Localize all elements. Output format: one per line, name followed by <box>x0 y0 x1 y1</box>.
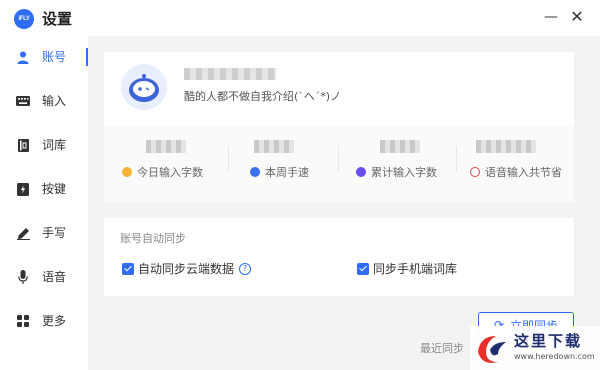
microphone-icon <box>16 270 30 284</box>
sidebar: 账号 输入 词库 按键 手写 语音 更多 <box>0 36 88 370</box>
sidebar-item-label: 按键 <box>42 182 67 196</box>
profile-bio: 酷的人都不做自我介绍(`へ´*)ノ <box>184 90 342 103</box>
sidebar-item-lexicon[interactable]: 词库 <box>0 130 88 160</box>
sidebar-item-handwriting[interactable]: 手写 <box>0 218 88 248</box>
sidebar-item-label: 更多 <box>42 314 67 328</box>
sync-phone-lexicon-checkbox[interactable]: 同步手机端词库 <box>357 260 457 277</box>
chart-icon <box>356 167 366 177</box>
title-bar: iFLY 设置 — ✕ <box>0 0 600 36</box>
divider <box>338 146 339 172</box>
sync-cloud-data-checkbox[interactable]: 自动同步云端数据 ? <box>122 260 252 277</box>
stat-label: 本周手速 <box>265 166 309 179</box>
sidebar-item-input[interactable]: 输入 <box>0 86 88 116</box>
help-icon[interactable]: ? <box>239 262 252 275</box>
divider <box>228 146 229 172</box>
user-icon <box>16 50 30 64</box>
keyboard-icon <box>16 94 30 108</box>
minimize-button[interactable]: — <box>540 6 562 28</box>
sidebar-item-label: 输入 <box>42 94 67 108</box>
stat-label: 今日输入字数 <box>137 166 203 179</box>
stat-value-redacted <box>254 140 294 153</box>
app-logo: iFLY <box>14 9 34 29</box>
divider <box>456 146 457 172</box>
checkbox-checked-icon[interactable] <box>122 262 134 275</box>
clock-icon <box>470 167 480 177</box>
stat-label: 累计输入字数 <box>371 166 437 179</box>
window-title: 设置 <box>42 10 73 28</box>
checkbox-label: 同步手机端词库 <box>373 262 458 276</box>
avatar[interactable] <box>121 64 167 110</box>
watermark-text: 这里下载 <box>514 332 583 350</box>
watermark-url: www.heredown.com <box>514 352 595 361</box>
sync-section-title: 账号自动同步 <box>120 232 186 245</box>
book-icon <box>16 138 30 152</box>
sidebar-item-account[interactable]: 账号 <box>0 42 88 72</box>
key-icon <box>16 182 30 196</box>
sidebar-item-label: 手写 <box>42 226 67 240</box>
checkbox-label: 自动同步云端数据 <box>138 262 235 276</box>
stat-value-redacted <box>380 140 420 153</box>
speed-icon <box>250 167 260 177</box>
grid-icon <box>16 314 30 328</box>
sidebar-item-label: 词库 <box>42 138 67 152</box>
checkbox-checked-icon[interactable] <box>357 262 369 275</box>
stat-value-redacted <box>146 140 186 153</box>
last-sync-text: 最近同步 <box>420 342 464 355</box>
close-button[interactable]: ✕ <box>566 6 588 28</box>
sidebar-item-more[interactable]: 更多 <box>0 306 88 336</box>
watermark-logo-icon <box>478 336 506 363</box>
pen-icon <box>16 226 30 240</box>
sidebar-item-keys[interactable]: 按键 <box>0 174 88 204</box>
sidebar-item-label: 账号 <box>42 50 67 64</box>
stat-label: 语音输入共节省 <box>485 166 562 179</box>
sidebar-item-voice[interactable]: 语音 <box>0 262 88 292</box>
coin-icon <box>122 167 132 177</box>
sidebar-item-label: 语音 <box>42 270 67 284</box>
stat-value-redacted <box>476 140 536 153</box>
username-redacted <box>184 68 276 80</box>
